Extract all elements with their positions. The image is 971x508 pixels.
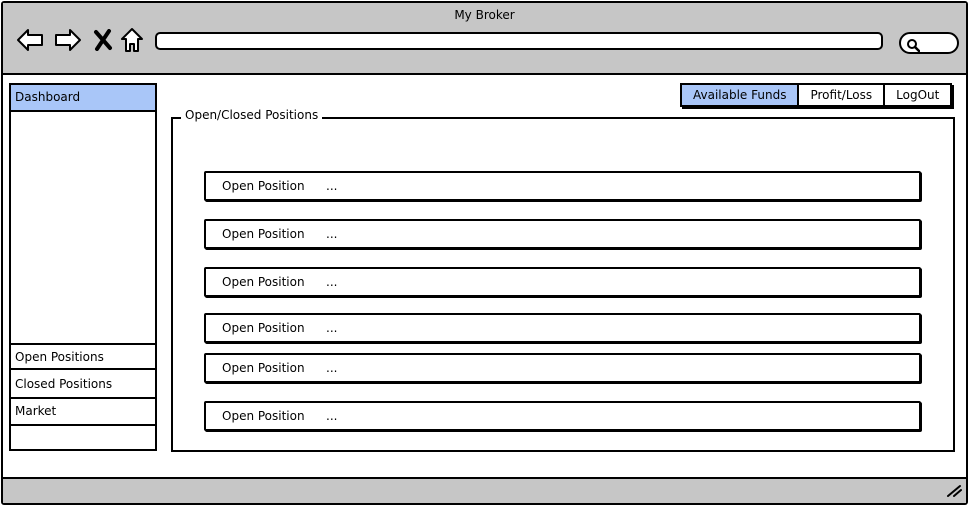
close-x-icon[interactable] [88, 25, 118, 55]
sidebar-item-dashboard[interactable]: Dashboard [11, 85, 155, 112]
positions-panel-legend: Open/Closed Positions [181, 108, 323, 122]
sidebar-item-empty[interactable] [11, 426, 155, 453]
address-bar-input[interactable] [155, 32, 883, 50]
position-detail: ... [326, 179, 338, 193]
home-icon[interactable] [117, 25, 147, 55]
position-label: Open Position [222, 409, 305, 423]
position-row[interactable]: Open Position ... [204, 353, 921, 383]
status-bar [3, 477, 966, 503]
logout-button[interactable]: LogOut [885, 85, 951, 105]
position-detail: ... [326, 227, 338, 241]
top-button-bar: Available Funds Profit/Loss LogOut [680, 83, 953, 107]
position-label: Open Position [222, 321, 305, 335]
profit-loss-button[interactable]: Profit/Loss [799, 85, 886, 105]
position-row[interactable]: Open Position ... [204, 401, 921, 431]
position-label: Open Position [222, 227, 305, 241]
sidebar-item-label: Market [15, 404, 57, 418]
back-arrow-icon[interactable] [15, 25, 45, 55]
resize-grip-icon[interactable] [946, 482, 962, 501]
position-row[interactable]: Open Position ... [204, 219, 921, 249]
position-detail: ... [326, 361, 338, 375]
forward-arrow-icon[interactable] [53, 25, 83, 55]
available-funds-button[interactable]: Available Funds [682, 85, 800, 105]
sidebar-item-market[interactable]: Market [11, 399, 155, 426]
position-label: Open Position [222, 179, 305, 193]
position-row[interactable]: Open Position ... [204, 267, 921, 297]
position-row[interactable]: Open Position ... [204, 171, 921, 201]
position-detail: ... [326, 409, 338, 423]
sidebar-item-label: Closed Positions [15, 377, 113, 391]
position-detail: ... [326, 275, 338, 289]
sidebar-item-open-positions[interactable]: Open Positions [11, 343, 155, 370]
browser-search-field[interactable] [899, 32, 959, 54]
window-title: My Broker [454, 8, 515, 22]
position-row[interactable]: Open Position ... [204, 313, 921, 343]
search-icon [906, 37, 921, 56]
sidebar-item-label: Open Positions [15, 350, 104, 364]
sidebar-item-closed-positions[interactable]: Closed Positions [11, 372, 155, 399]
sidebar-item-label: Dashboard [15, 90, 81, 104]
sidebar-nav: Dashboard Open Positions Closed Position… [9, 83, 157, 451]
title-bar: My Broker [3, 3, 966, 75]
position-label: Open Position [222, 275, 305, 289]
position-detail: ... [326, 321, 338, 335]
position-label: Open Position [222, 361, 305, 375]
